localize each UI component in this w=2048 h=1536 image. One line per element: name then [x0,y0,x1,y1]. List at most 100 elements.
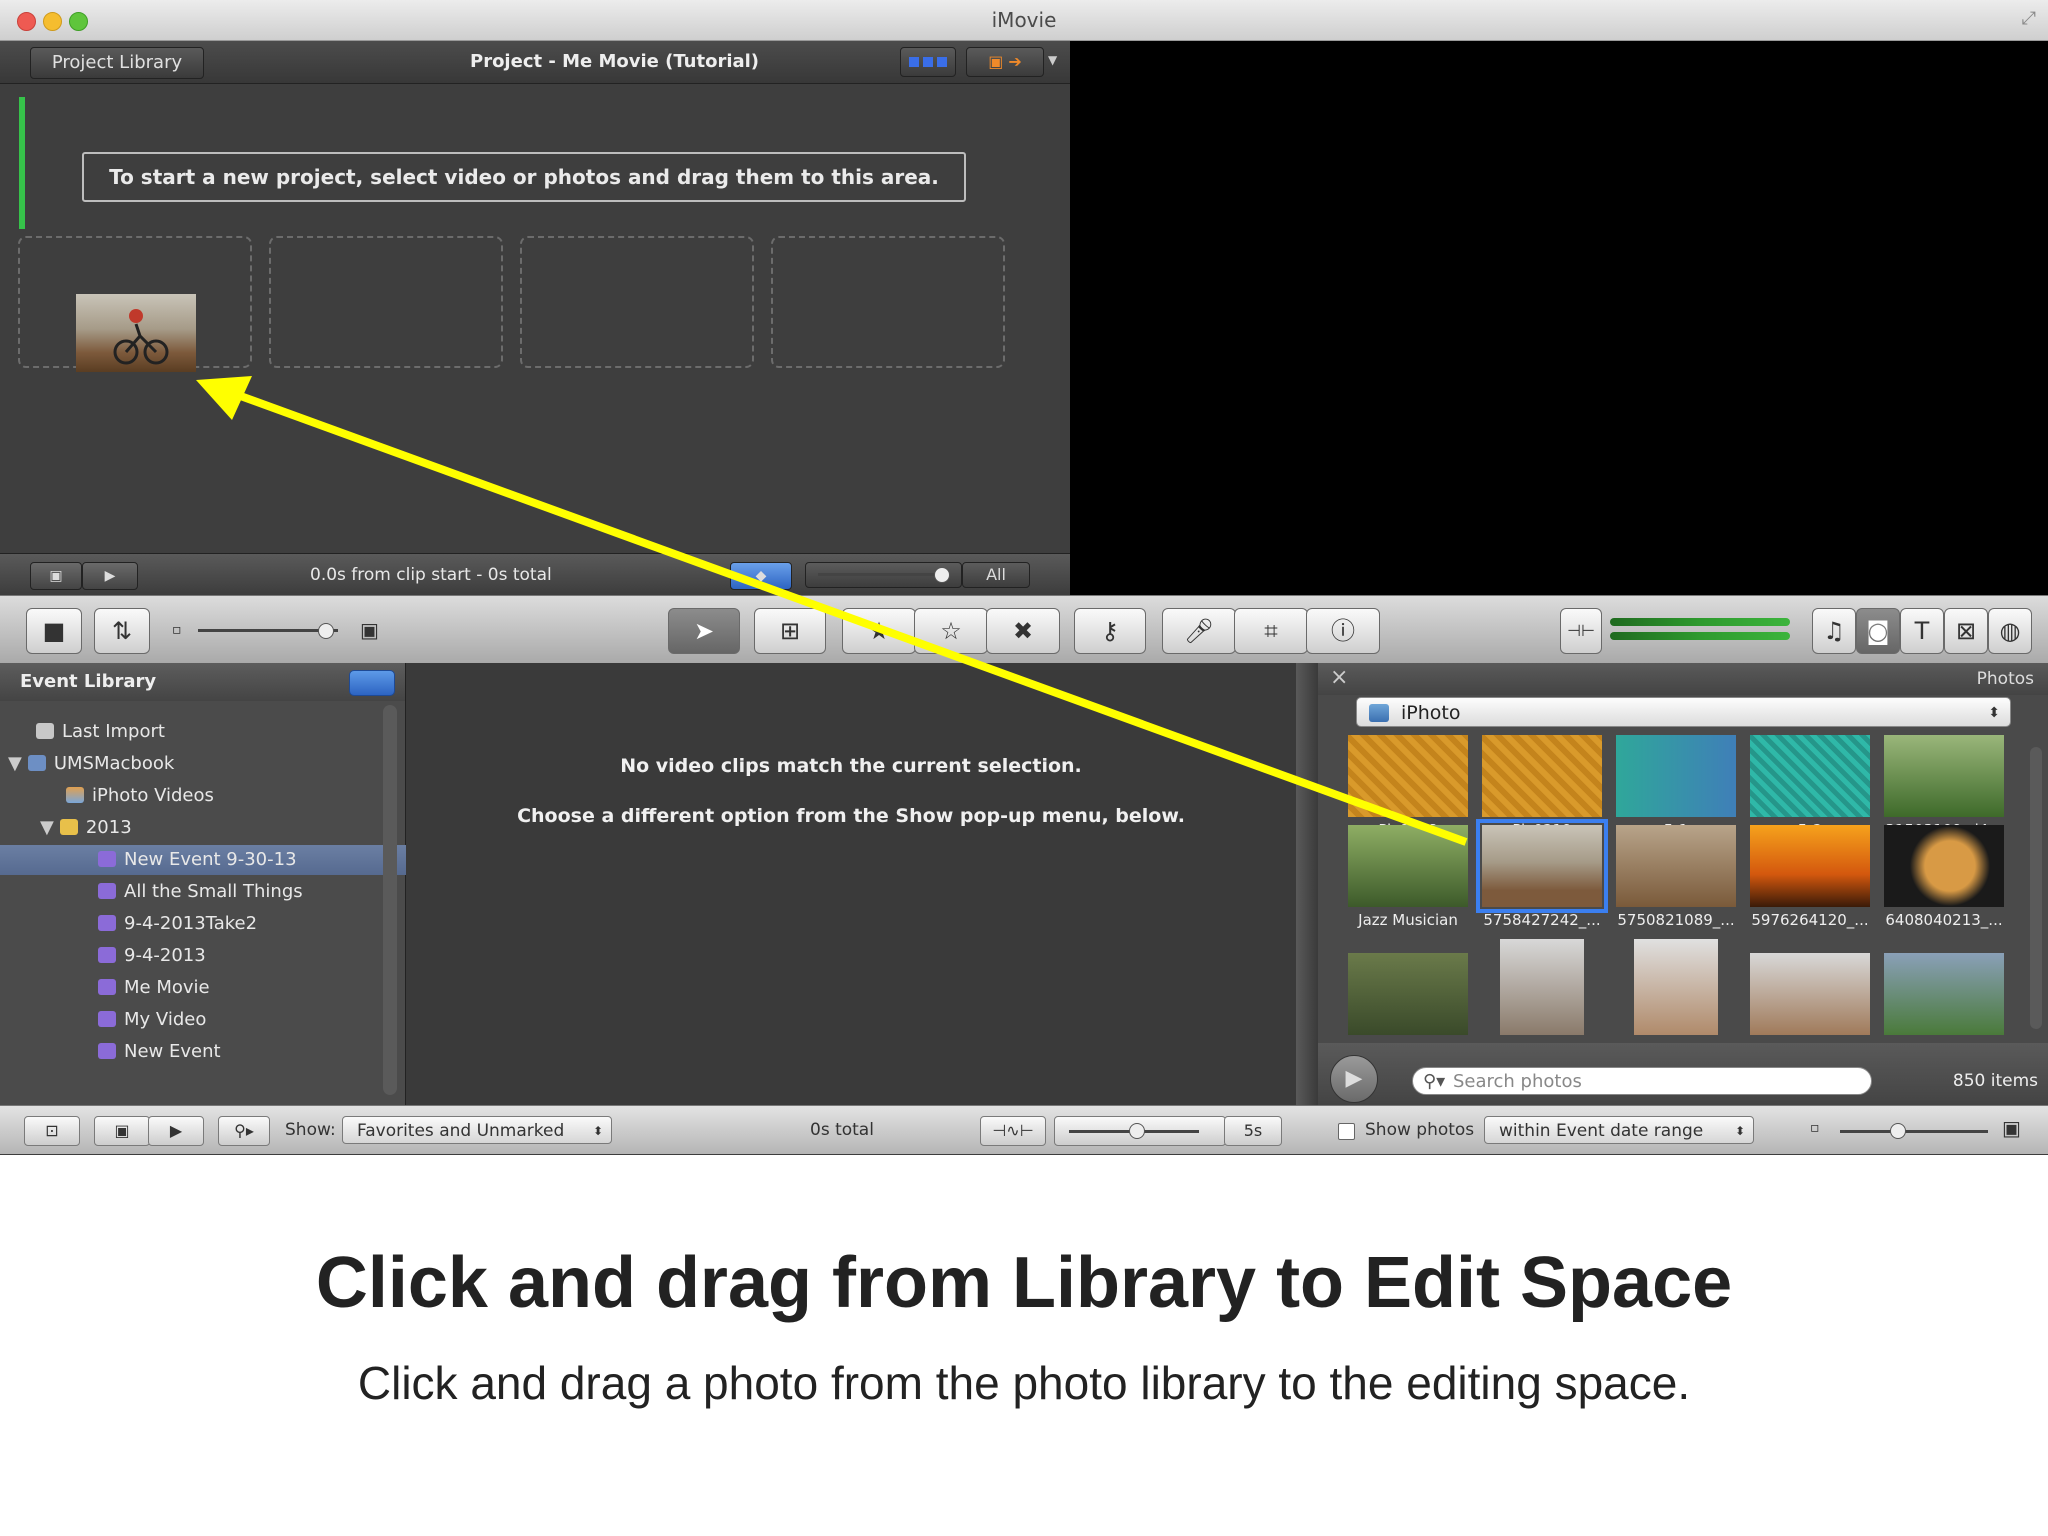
view-mode-button[interactable] [900,47,956,77]
photo-size-slider[interactable] [1840,1130,1988,1133]
crop-icon: ⌗ [1264,617,1278,645]
dropped-photo-thumbnail[interactable] [76,294,196,372]
photo-thumbnail[interactable]: 5-2 [1748,735,1872,839]
photo-source-select[interactable]: iPhoto ⬍ [1356,697,2011,727]
swap-button[interactable]: ⇅ [94,608,150,654]
clip-zoom-slider[interactable] [805,562,962,588]
transitions-browser-button[interactable]: ⊠ [1944,608,1988,654]
theme-button[interactable]: ▣ ➔ [966,47,1044,77]
event-item-last-import[interactable]: Last Import [0,717,426,747]
thumbnail-size-slider[interactable] [198,629,338,632]
import-button[interactable]: ⊡ [24,1116,80,1146]
titles-browser-button[interactable]: T [1900,608,1944,654]
slider-knob[interactable] [1890,1123,1906,1139]
event-star-icon [98,915,116,931]
event-library-scrollbar[interactable] [383,705,397,1095]
keyword-button[interactable]: ⚷ [1074,608,1146,654]
event-label: New Event 9-30-13 [124,849,297,870]
show-filter-select[interactable]: Favorites and Unmarked ⬍ [342,1116,612,1144]
large-thumb-icon: ▣ [360,618,379,642]
empty-message-hint: Choose a different option from the Show … [517,805,1185,827]
transition-icon: ⊠ [1955,617,1977,645]
drive-icon [27,755,46,771]
photo-caption: Jazz Musician [1358,911,1458,929]
all-button[interactable]: All [962,562,1030,588]
duration-value: 5s [1224,1116,1282,1146]
event-label: Me Movie [124,977,210,998]
iphoto-icon [66,787,84,803]
select-arrows-icon: ⬍ [1988,705,2000,721]
event-item-umsmacbook[interactable]: ▼ UMSMacbook [0,749,398,779]
inspector-button[interactable]: ⓘ [1306,608,1380,654]
mark-favorite-button[interactable]: ★ [842,608,916,654]
voiceover-button[interactable]: 🎤︎ [1162,608,1236,654]
photo-thumbnail[interactable]: Jazz Musician [1346,825,1470,929]
photo-source-value: iPhoto [1401,702,1461,724]
crop-button[interactable]: ⌗ [1234,608,1308,654]
photo-thumbnail[interactable]: 5976264120_... [1748,825,1872,929]
event-label: UMSMacbook [53,753,175,774]
photo-thumbnail[interactable]: Pic0218 [1346,735,1470,839]
project-library-button[interactable]: Project Library [30,47,204,79]
photo-thumbnail[interactable] [1480,939,1604,1035]
chevron-down-icon[interactable]: ▼ [1048,53,1057,67]
play-button[interactable]: ▶ [148,1116,204,1146]
slider-knob[interactable] [934,567,950,583]
maps-browser-button[interactable]: ◍ [1988,608,2032,654]
photo-thumbnail[interactable] [1748,953,1872,1035]
search-icon: ⚲▾ [1423,1071,1446,1092]
fullscreen-icon[interactable]: ⤢ [2022,8,2036,29]
event-star-icon [98,1011,116,1027]
photo-thumbnail[interactable]: 5-1 [1614,735,1738,839]
photo-thumbnail-selected[interactable]: 5758427242_... [1476,819,1608,929]
slider-knob[interactable] [1129,1123,1145,1139]
search-toggle-button[interactable]: ⚲▸ [218,1116,270,1146]
drop-slot[interactable] [520,236,754,368]
audio-toggle-button[interactable]: ◆ [730,562,792,590]
photo-thumbnail[interactable]: 31503109_d4... [1882,735,2006,839]
close-icon[interactable]: × [1330,665,1348,690]
event-item-2013[interactable]: ▼ 2013 [0,813,430,843]
date-range-select[interactable]: within Event date range ⬍ [1484,1116,1754,1144]
pointer-icon: ➤ [693,617,715,645]
play-fullscreen-button[interactable]: ▣ [94,1116,150,1146]
photo-browser-button[interactable]: ◙ [1856,608,1900,654]
show-hide-events-button[interactable] [349,670,395,696]
star-filled-icon: ★ [868,617,890,645]
camera-import-button[interactable]: ■ [26,608,82,654]
viewer-pane [1070,41,2048,595]
event-star-icon [98,947,116,963]
search-input[interactable]: ⚲▾ Search photos [1412,1067,1872,1095]
select-tool-button[interactable]: ➤ [668,608,740,654]
reject-button[interactable]: ✖ [986,608,1060,654]
music-browser-button[interactable]: ♫ [1812,608,1856,654]
drop-slot[interactable] [771,236,1005,368]
photo-thumbnail[interactable] [1614,939,1738,1035]
add-to-project-button[interactable]: ⊞ [754,608,826,654]
photo-thumbnail[interactable] [1346,953,1470,1035]
play-fullscreen-button[interactable]: ▣ [30,562,82,590]
swap-icon: ⇅ [111,617,133,645]
unmark-button[interactable]: ☆ [914,608,988,654]
audio-level-meter [1610,618,1790,626]
duration-slider[interactable] [1054,1116,1226,1146]
photo-thumbnail[interactable]: 6408040213_... [1882,825,2006,929]
photo-caption: 5976264120_... [1751,911,1869,929]
audio-level-meter [1610,632,1790,640]
audio-skimming-button[interactable]: ⊣⊢ [1560,608,1602,654]
photo-thumbnail[interactable]: 5750821089_... [1614,825,1738,929]
play-photos-button[interactable]: ▶ [1330,1055,1378,1103]
slider-knob[interactable] [318,623,334,639]
disclosure-icon: ▼ [40,817,54,838]
photo-thumbnail[interactable]: Pic0219 [1480,735,1604,839]
pane-divider[interactable] [1296,663,1318,1105]
drop-slot[interactable] [269,236,503,368]
show-photos-checkbox[interactable] [1338,1123,1355,1140]
import-icon: ⊡ [45,1121,59,1140]
import-icon [36,723,54,739]
play-button[interactable]: ▶ [82,562,138,590]
photo-thumbnail[interactable] [1882,953,2006,1035]
title-bar: iMovie ⤢ [0,0,2048,41]
waveform-button[interactable]: ⊣∿⊢ [980,1116,1046,1146]
photos-scrollbar[interactable] [2030,747,2042,1029]
